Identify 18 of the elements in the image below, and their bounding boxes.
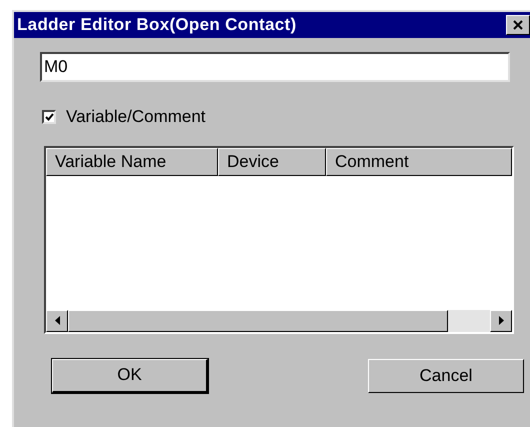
checkbox-label: Variable/Comment <box>66 106 206 128</box>
column-header[interactable]: Variable Name <box>46 148 218 176</box>
device-field[interactable]: M0 <box>40 52 510 82</box>
scroll-right-button[interactable] <box>490 310 512 332</box>
scroll-thumb[interactable] <box>68 310 448 332</box>
left-arrow-icon <box>54 316 60 325</box>
column-header[interactable]: Comment <box>326 148 512 176</box>
window-title: Ladder Editor Box(Open Contact) <box>17 14 296 36</box>
check-icon <box>44 112 54 121</box>
checkbox[interactable] <box>42 110 56 124</box>
ok-button[interactable]: OK <box>52 358 208 392</box>
right-arrow-icon <box>498 316 504 325</box>
scroll-left-button[interactable] <box>46 310 68 332</box>
cancel-button[interactable]: Cancel <box>368 358 524 392</box>
column-header[interactable]: Device <box>218 148 326 176</box>
close-icon <box>513 20 523 30</box>
close-button[interactable] <box>506 15 530 35</box>
horizontal-scrollbar[interactable] <box>46 310 512 332</box>
